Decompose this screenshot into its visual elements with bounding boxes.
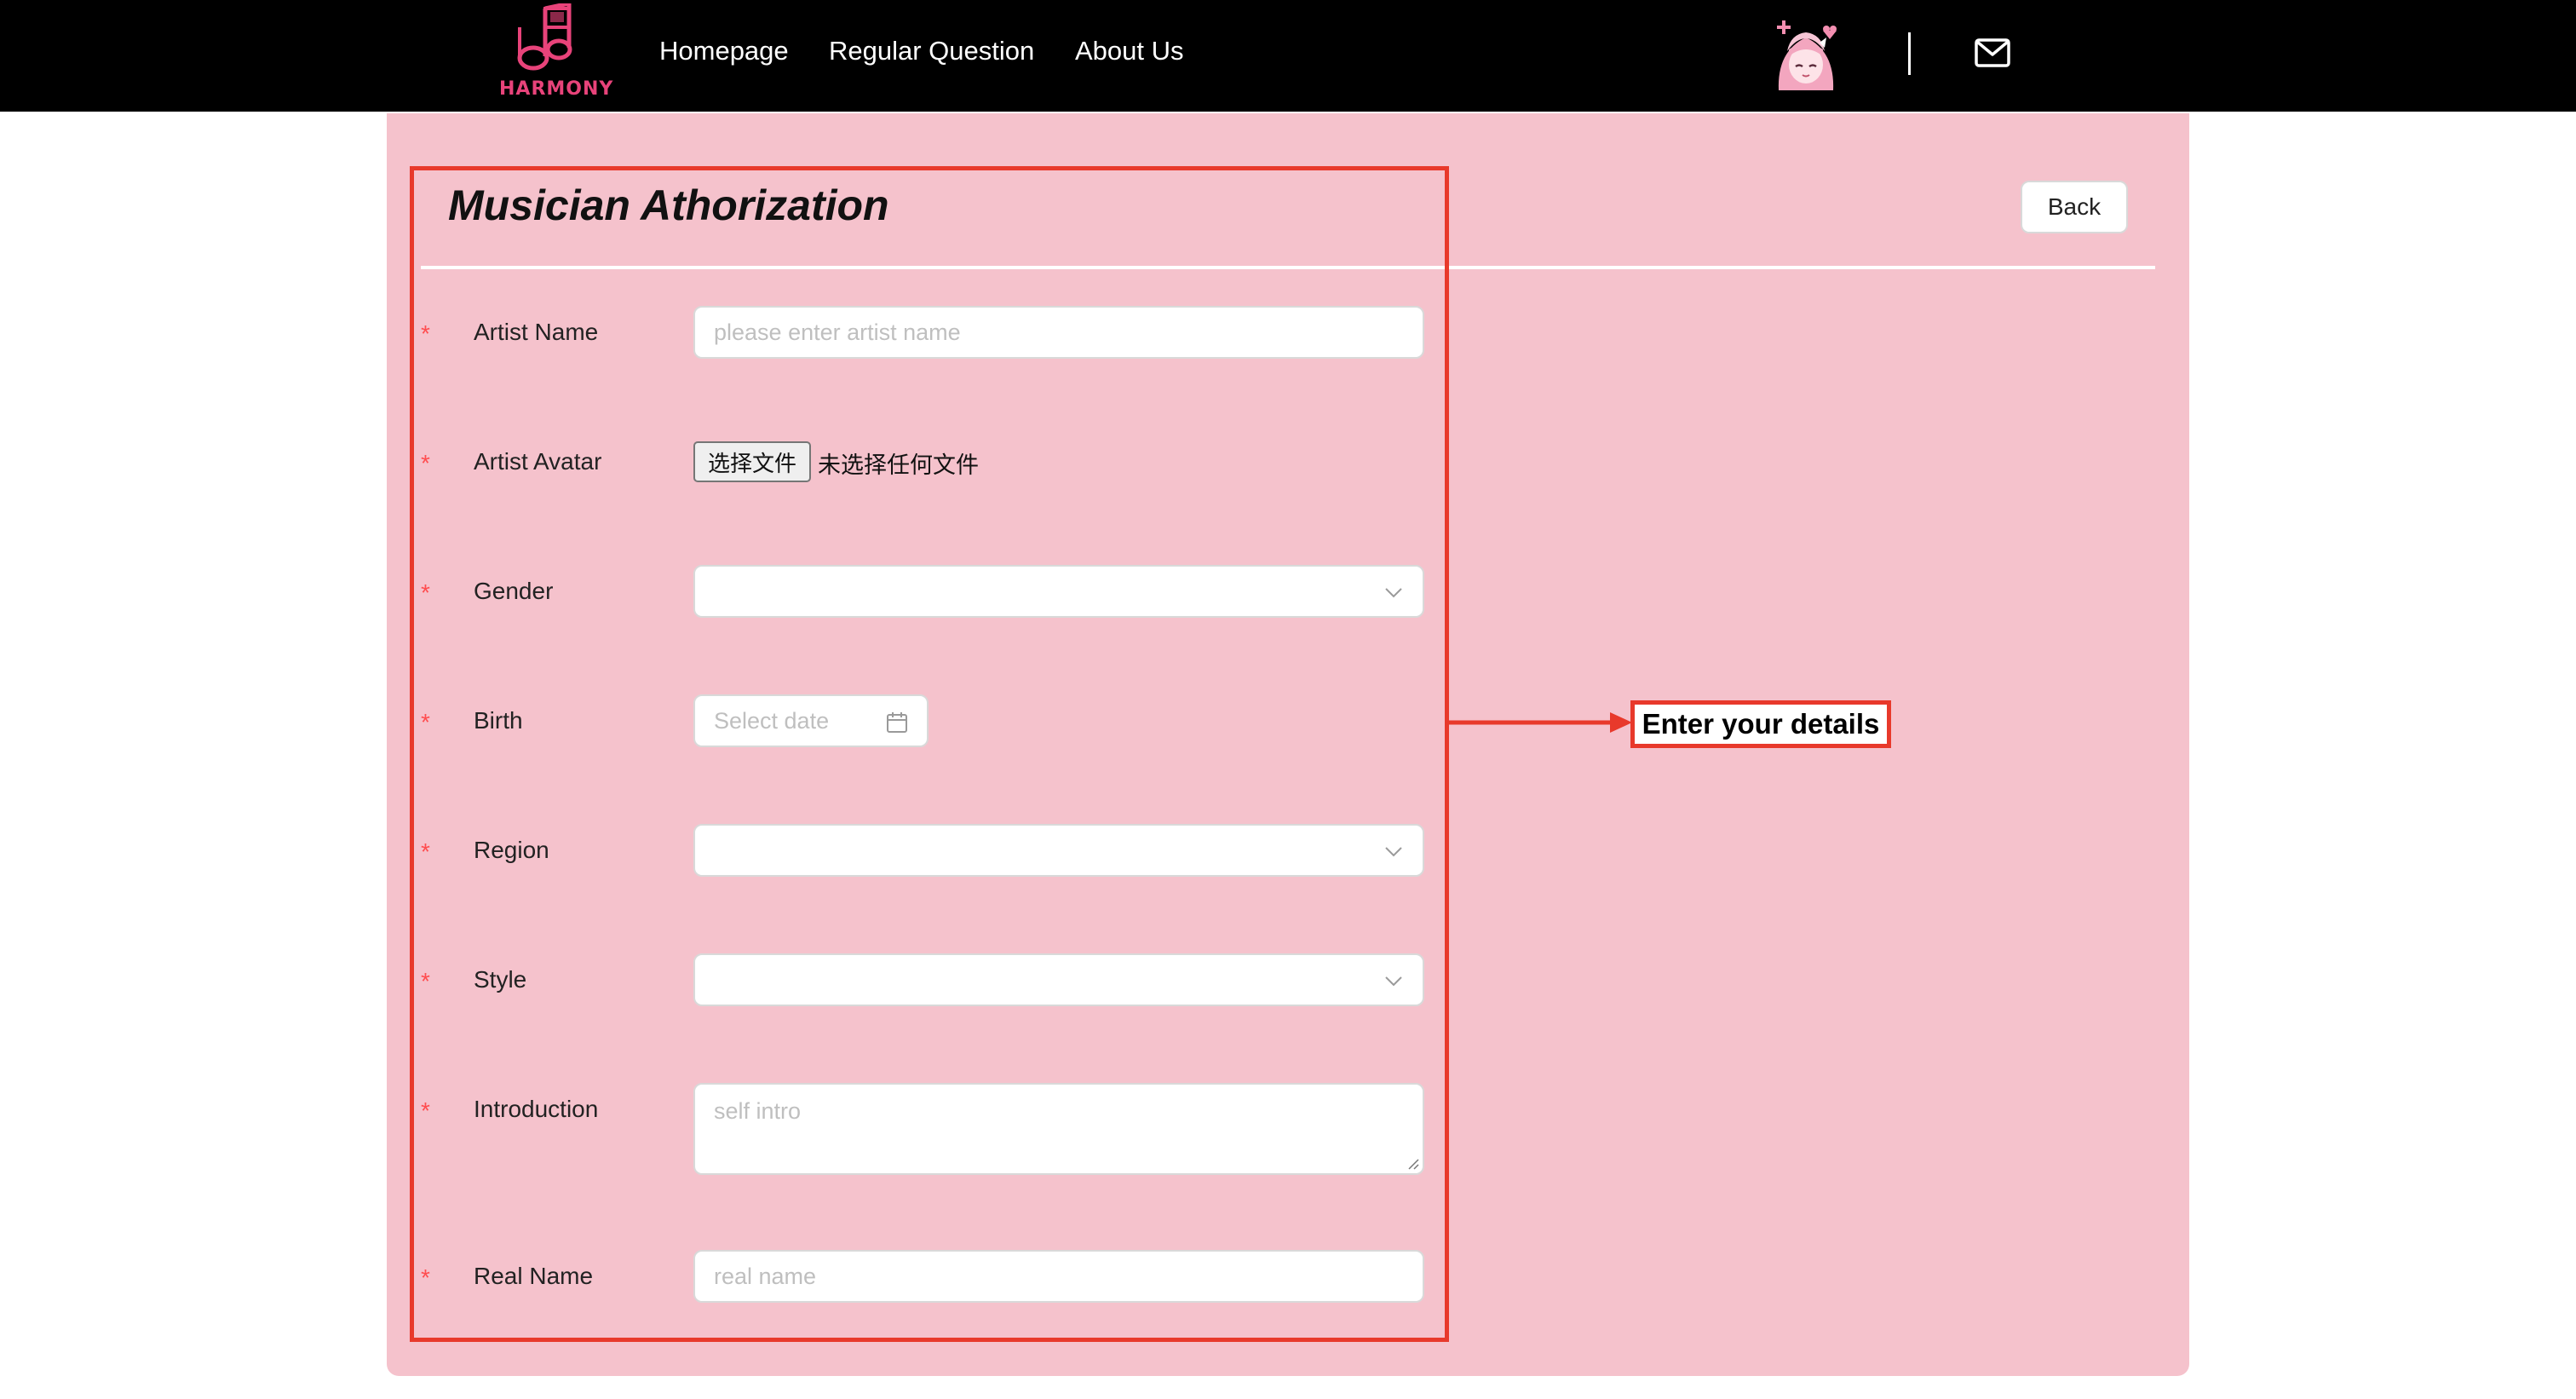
annotation-highlight-box — [410, 166, 1449, 1342]
anime-avatar-icon — [1770, 17, 1842, 90]
nav-link-regular-question[interactable]: Regular Question — [829, 36, 1034, 66]
mail-icon[interactable] — [1975, 37, 2010, 68]
music-note-logo-icon — [517, 3, 572, 71]
harmony-logo[interactable]: HARMONY — [499, 3, 614, 104]
back-button[interactable]: Back — [2021, 181, 2128, 233]
annotation-arrow-icon — [1446, 712, 1632, 733]
annotation-label: Enter your details — [1630, 700, 1891, 748]
nav-divider — [1908, 32, 1911, 75]
logo-text: HARMONY — [499, 78, 614, 100]
nav-link-about-us[interactable]: About Us — [1075, 36, 1184, 66]
nav-link-homepage[interactable]: Homepage — [659, 36, 789, 66]
user-avatar[interactable] — [1770, 17, 1842, 90]
top-navbar: HARMONY Homepage Regular Question About … — [0, 0, 2576, 112]
